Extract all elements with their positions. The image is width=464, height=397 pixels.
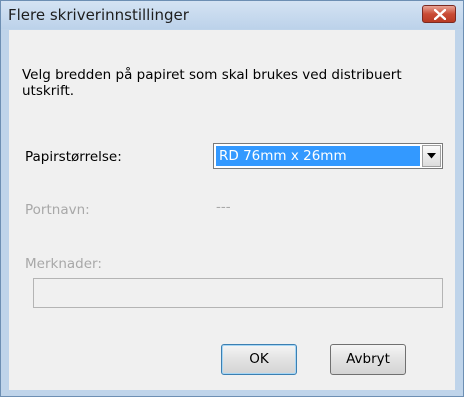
dialog-window: Flere skriverinnstillinger — [0, 0, 464, 397]
notes-field — [33, 278, 443, 308]
port-name-label: Portnavn: — [25, 202, 90, 218]
paper-size-label: Papirstørrelse: — [25, 149, 122, 165]
close-button[interactable] — [422, 5, 456, 23]
notes-label: Merknader: — [25, 256, 102, 272]
paper-size-dropdown[interactable]: RD 76mm x 26mm — [213, 143, 443, 169]
dropdown-arrow-button[interactable] — [422, 145, 441, 167]
title-bar[interactable]: Flere skriverinnstillinger — [1, 1, 463, 29]
chevron-down-icon — [427, 153, 436, 159]
port-name-value: --- — [216, 199, 231, 215]
window-title: Flere skriverinnstillinger — [8, 6, 189, 24]
paper-size-selected-value[interactable]: RD 76mm x 26mm — [216, 146, 420, 166]
ok-button[interactable]: OK — [221, 344, 297, 375]
description-text: Velg bredden på papiret som skal brukes … — [22, 67, 402, 99]
cancel-button[interactable]: Avbryt — [330, 344, 406, 375]
close-icon — [434, 9, 446, 20]
